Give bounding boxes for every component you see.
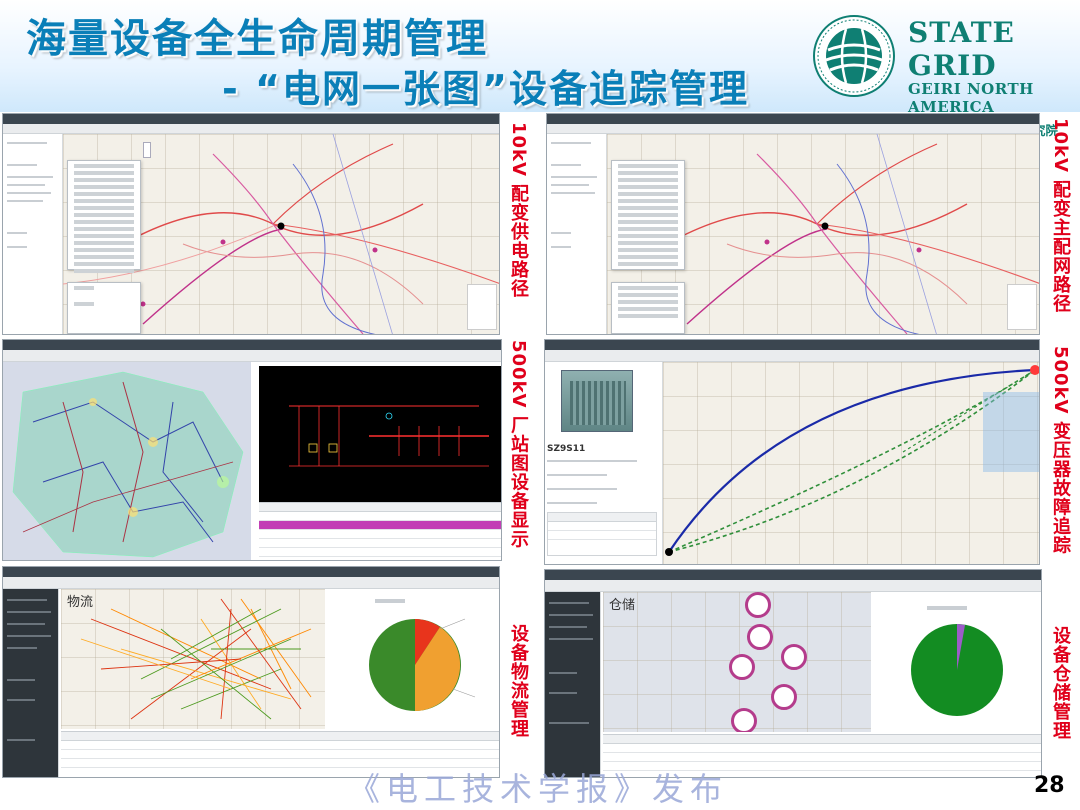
storage-cluster-marker[interactable] [729,654,755,680]
storage-cluster-marker[interactable] [745,592,771,618]
app-menu-bar [545,580,1041,592]
storage-pie-chart [871,592,1041,732]
province-map[interactable] [3,362,251,560]
page-number: 28 [1034,773,1065,798]
app-menu-bar [3,350,501,362]
app-toolbar [3,567,499,577]
storage-cluster-marker[interactable] [781,644,807,670]
screenshot-logistics-management: 物流 [2,566,500,778]
logistics-pie [369,599,476,711]
transformer-model: SZ9S11 [547,444,586,454]
screenshot-500kv-fault-tracking: SZ9S11 [544,339,1040,565]
storage-cluster-marker[interactable] [771,684,797,710]
app-menu-bar [545,350,1039,362]
device-list-popup[interactable] [611,160,685,270]
brand-name: STATE GRID [908,16,1015,82]
caption-500kv-fault-tracking: 500kV 变压器故障追踪 [1050,346,1071,555]
screenshot-10kv-supply-path [2,113,500,335]
storage-cluster-marker[interactable] [747,624,773,650]
single-line-diagram [289,405,489,467]
logistics-map[interactable]: 物流 [61,589,325,729]
map-legend [467,284,497,330]
zoom-control[interactable] [143,142,151,158]
screenshot-10kv-main-path [546,113,1040,335]
app-toolbar [545,340,1039,350]
app-toolbar [3,114,499,124]
transformer-photo [561,370,633,432]
path-info-popup[interactable] [67,282,141,334]
screenshot-storage-management: 仓储 [544,569,1042,778]
map-legend [1007,284,1037,330]
app-toolbar [3,340,501,350]
publication-footer: 《电工技术学报》发布 [348,770,729,808]
app-toolbar [547,114,1039,124]
app-menu-bar [3,577,499,589]
substation-network [12,371,244,558]
fault-tracking-map[interactable] [663,362,1039,564]
logistics-routes [80,598,312,720]
caption-500kv-station-diagram: 500kV 厂站图设备显示 [508,340,529,549]
left-filter-panel [545,592,601,777]
left-nav-panel [3,134,63,334]
substation-cad-diagram[interactable] [259,366,501,502]
device-list-popup[interactable] [67,160,141,273]
app-toolbar [545,570,1041,580]
left-nav-panel [547,134,607,334]
storage-cluster-marker[interactable] [731,708,757,732]
storage-pie [911,606,1003,716]
path-info-popup[interactable] [611,282,685,334]
brand-subname: GEIRI NORTH AMERICA [908,80,1034,116]
fault-trace-paths [665,365,1039,556]
grid-map[interactable] [607,134,1039,334]
caption-10kv-supply-path: 10kV 配变供电路径 [508,122,529,299]
caption-logistics: 设备物流管理 [508,624,529,738]
transformer-detail-panel: SZ9S11 [545,362,663,564]
caption-10kv-main-path: 10kV 配变主配网路径 [1050,118,1071,314]
grid-map[interactable] [63,134,499,334]
logistics-pie-chart [325,589,499,729]
app-menu-bar [547,124,1039,134]
caption-storage: 设备仓储管理 [1050,626,1071,740]
storage-map-label: 仓储 [609,598,636,613]
app-menu-bar [3,124,499,134]
slide-header: 海量设备全生命周期管理 - “电网一张图”设备追踪管理 STATE GRID G… [0,0,1080,138]
storage-map[interactable]: 仓储 [603,592,871,732]
state-grid-globe-icon [813,15,895,97]
device-attribute-table [259,502,501,560]
slide-title-line1: 海量设备全生命周期管理 [26,16,488,62]
screenshot-500kv-station-diagram [2,339,502,561]
slide-title-line2: - “电网一张图”设备追踪管理 [222,67,749,111]
left-filter-panel [3,589,59,777]
